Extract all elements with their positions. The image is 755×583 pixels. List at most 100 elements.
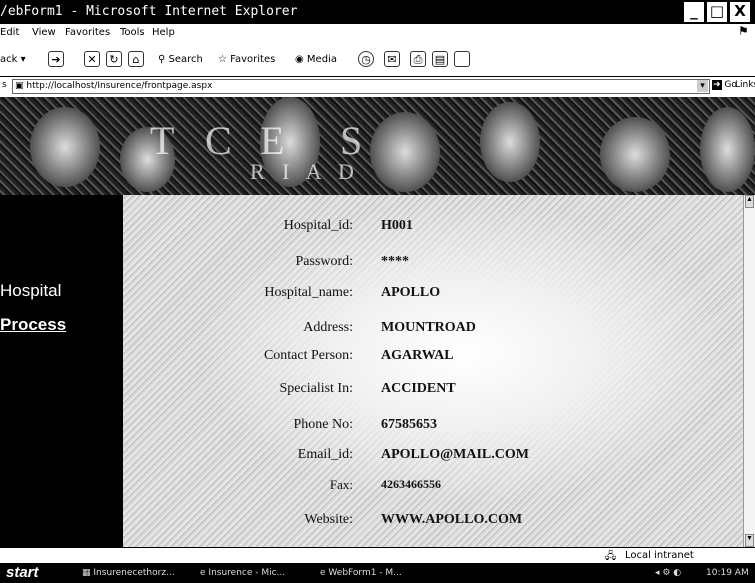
start-button[interactable]: start	[6, 564, 39, 581]
menu-view[interactable]: View	[32, 27, 56, 38]
star-icon: ☆	[218, 54, 227, 65]
address-label: s	[2, 80, 7, 90]
links-button[interactable]: Links	[735, 80, 755, 90]
banner-face	[370, 112, 440, 192]
back-label: ack	[0, 54, 18, 65]
password-label: Password:	[295, 254, 353, 269]
print-button[interactable]: ⎙	[410, 51, 426, 69]
close-button[interactable]: X	[729, 1, 751, 23]
scroll-up-icon[interactable]: ▲	[745, 195, 754, 208]
banner-text: R I A D	[250, 159, 360, 184]
hospital-name-value: APOLLO	[381, 285, 441, 300]
edit-icon: ▤	[432, 51, 448, 67]
scroll-down-icon[interactable]: ▼	[745, 534, 754, 547]
history-icon: ◷	[358, 51, 374, 67]
favorites-button[interactable]: ☆ Favorites	[218, 51, 275, 69]
stop-icon: ✕	[84, 51, 100, 67]
mail-icon: ✉	[384, 51, 400, 67]
hospital-details-panel: Hospital_id: H001 Password: **** Hospita…	[123, 195, 743, 547]
title-bar: /ebForm1 - Microsoft Internet Explorer _…	[0, 0, 755, 24]
tray-icons: ◂ ⚙ ◐	[655, 568, 682, 578]
contact-person-label: Contact Person:	[263, 348, 353, 363]
menu-help[interactable]: Help	[152, 27, 175, 38]
website-label: Website:	[304, 512, 353, 527]
forward-button[interactable]: ➔	[48, 51, 64, 69]
search-button[interactable]: ⚲ Search	[158, 51, 203, 69]
media-button[interactable]: ◉ Media	[295, 51, 337, 69]
menu-edit[interactable]: Edit	[0, 27, 19, 38]
mail-button[interactable]: ✉	[384, 51, 400, 69]
contact-person-value: AGARWAL	[381, 348, 454, 363]
forward-arrow-icon: ➔	[48, 51, 64, 67]
refresh-button[interactable]: ↻	[106, 51, 122, 69]
maximize-button[interactable]: □	[706, 1, 728, 23]
back-button[interactable]: ack ▾	[0, 51, 26, 69]
address-field-label: Address:	[303, 320, 353, 335]
taskbar: start ▦ Insurenecethorz... e Insurence -…	[0, 563, 755, 583]
hospital-id-value: H001	[381, 218, 413, 233]
banner-letter: T	[150, 118, 175, 163]
address-dropdown-icon[interactable]: ▾	[697, 80, 708, 92]
email-id-label: Email_id:	[297, 447, 353, 462]
email-id-value: APOLLO@MAIL.COM	[381, 447, 529, 462]
banner-face	[480, 102, 540, 182]
toolbar: ack ▾ ➔ ✕ ↻ ⌂ ⚲ Search ☆ Favorites ◉ Med…	[0, 42, 755, 76]
go-button[interactable]: ➜ Go	[712, 80, 737, 90]
ie-icon: e	[200, 568, 206, 578]
task-label: Insurence - Mic...	[208, 568, 286, 578]
taskbar-item[interactable]: ▦ Insurenecethorz...	[82, 566, 175, 580]
sidebar: Hospital Process	[0, 195, 123, 547]
taskbar-item[interactable]: e WebForm1 - M...	[320, 566, 402, 580]
taskbar-item[interactable]: e Insurence - Mic...	[200, 566, 285, 580]
ie-icon: e	[320, 568, 326, 578]
website-value: WWW.APOLLO.COM	[381, 512, 523, 527]
banner-letter: S	[340, 118, 363, 163]
go-arrow-icon: ➜	[712, 80, 722, 90]
banner-image: T C E S R I A D	[0, 97, 755, 195]
menu-favorites[interactable]: Favorites	[65, 27, 110, 38]
menu-bar: Edit View Favorites Tools Help ⚑	[0, 24, 755, 42]
discuss-button[interactable]	[454, 51, 470, 69]
task-label: WebForm1 - M...	[328, 568, 402, 578]
minimize-button[interactable]: _	[683, 1, 705, 23]
history-button[interactable]: ◷	[358, 51, 374, 69]
fax-value: 4263466556	[381, 477, 441, 491]
stop-button[interactable]: ✕	[84, 51, 100, 69]
sidebar-item-hospital[interactable]: Hospital	[0, 281, 61, 301]
address-input[interactable]: ▣ http://localhost/Insurence/frontpage.a…	[12, 79, 710, 94]
password-value: ****	[381, 254, 409, 269]
folder-icon: ▦	[82, 568, 91, 578]
ie-logo-icon: ⚑	[738, 24, 749, 38]
hospital-name-label: Hospital_name:	[264, 285, 353, 300]
address-bar: s ▣ http://localhost/Insurence/frontpage…	[0, 76, 755, 98]
home-icon: ⌂	[128, 51, 144, 67]
print-icon: ⎙	[410, 51, 426, 67]
search-icon: ⚲	[158, 54, 166, 65]
specialist-in-value: ACCIDENT	[381, 381, 456, 396]
banner-letter: C	[205, 118, 232, 163]
banner-face	[600, 117, 670, 192]
address-field-value: MOUNTROAD	[381, 320, 476, 335]
home-button[interactable]: ⌂	[128, 51, 144, 69]
menu-tools[interactable]: Tools	[120, 27, 145, 38]
sidebar-item-process[interactable]: Process	[0, 315, 66, 335]
search-label: Search	[168, 54, 203, 65]
clock: 10:19 AM	[706, 568, 749, 578]
phone-no-value: 67585653	[381, 417, 437, 432]
address-url: http://localhost/Insurence/frontpage.asp…	[26, 81, 213, 91]
window-title: /ebForm1 - Microsoft Internet Explorer	[0, 4, 298, 19]
status-bar: 🖧 Local intranet	[0, 547, 755, 564]
banner-face	[30, 107, 100, 187]
zone-label: Local intranet	[625, 550, 694, 561]
refresh-icon: ↻	[106, 51, 122, 67]
page-icon: ▣	[15, 81, 24, 91]
media-label: Media	[306, 54, 337, 65]
edit-button[interactable]: ▤	[432, 51, 448, 69]
media-icon: ◉	[295, 54, 304, 65]
specialist-in-label: Specialist In:	[279, 381, 354, 396]
banner-face	[700, 107, 755, 192]
discuss-icon	[454, 51, 470, 67]
task-label: Insurenecethorz...	[93, 568, 175, 578]
phone-no-label: Phone No:	[293, 417, 354, 432]
vertical-scrollbar[interactable]: ▲ ▼	[743, 195, 755, 547]
